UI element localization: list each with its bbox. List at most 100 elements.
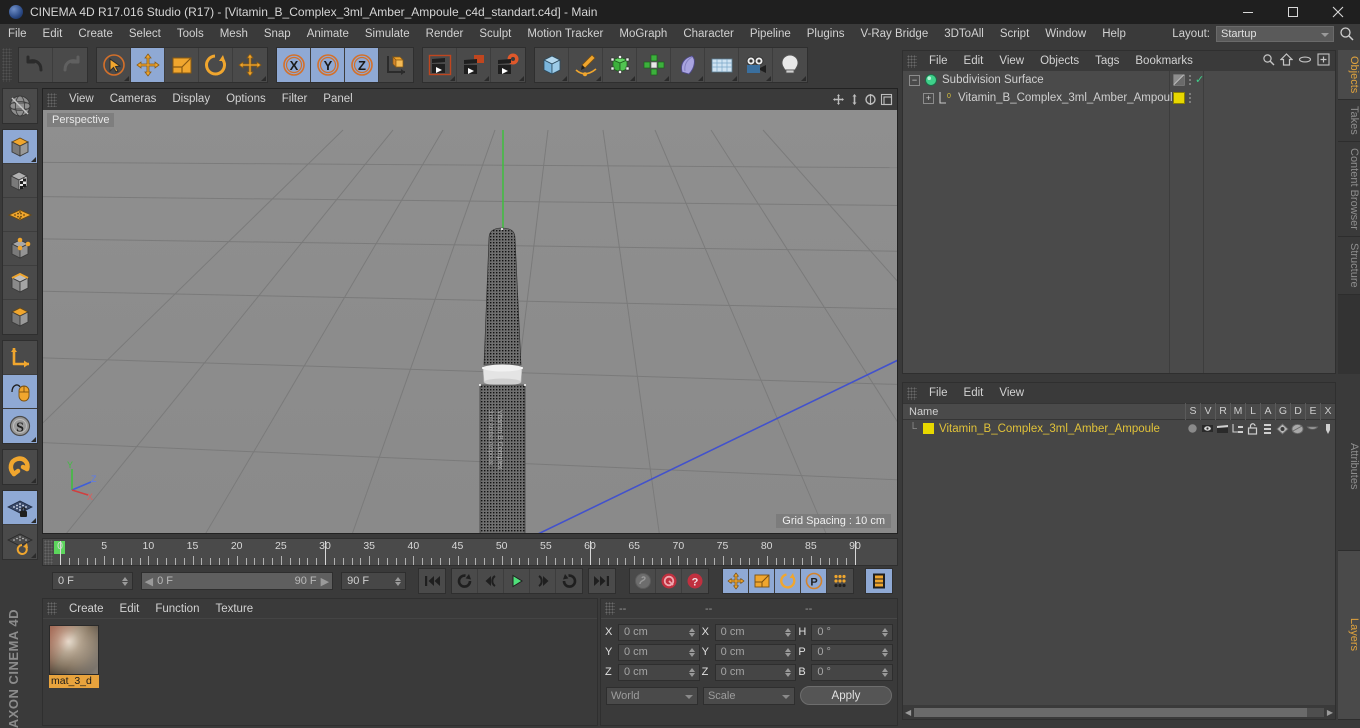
- menu-motion-tracker[interactable]: Motion Tracker: [519, 24, 611, 44]
- tool-options-corner[interactable]: [732, 76, 737, 81]
- object-menu-tags[interactable]: Tags: [1087, 51, 1127, 71]
- undo-button[interactable]: [19, 48, 53, 82]
- object-menu-file[interactable]: File: [921, 51, 956, 71]
- column-header-v[interactable]: V: [1200, 403, 1215, 420]
- enabled-check-icon[interactable]: ✓: [1195, 74, 1204, 86]
- layout-dropdown[interactable]: Startup: [1216, 26, 1334, 42]
- position-x-spinner[interactable]: [688, 627, 697, 637]
- position-y-field[interactable]: 0 cm: [618, 643, 700, 661]
- menu-script[interactable]: Script: [992, 24, 1037, 44]
- search-icon[interactable]: [1338, 25, 1356, 43]
- render-to-picture-viewer[interactable]: [457, 48, 491, 82]
- render-view[interactable]: [423, 48, 457, 82]
- autokeying-button[interactable]: [630, 569, 656, 593]
- tool-options-corner[interactable]: [562, 76, 567, 81]
- close-button[interactable]: [1315, 0, 1360, 24]
- add-bend-deformer[interactable]: [671, 48, 705, 82]
- tool-options-corner[interactable]: [261, 76, 266, 81]
- material-menu-edit[interactable]: Edit: [112, 599, 148, 619]
- record-active-objects-button[interactable]: [656, 569, 682, 593]
- move-tool[interactable]: [131, 48, 165, 82]
- search-icon[interactable]: [1262, 53, 1275, 69]
- layer-color-swatch[interactable]: [923, 423, 934, 434]
- play-button[interactable]: [504, 569, 530, 593]
- generators-icon[interactable]: [1275, 422, 1290, 435]
- record-rotation-toggle[interactable]: [775, 569, 801, 593]
- maximize-view-icon[interactable]: [880, 93, 893, 106]
- menu-file[interactable]: File: [0, 24, 35, 44]
- coordinate-system-dropdown[interactable]: World: [606, 686, 698, 705]
- material-name[interactable]: mat_3_d: [49, 675, 99, 688]
- menu-pipeline[interactable]: Pipeline: [742, 24, 799, 44]
- viewport-menu-display[interactable]: Display: [164, 89, 218, 110]
- add-array[interactable]: [637, 48, 671, 82]
- material-item[interactable]: mat_3_d: [49, 625, 99, 688]
- menu-mesh[interactable]: Mesh: [212, 24, 256, 44]
- material-menu-texture[interactable]: Texture: [207, 599, 261, 619]
- eye-icon[interactable]: [1298, 53, 1312, 69]
- menu-edit[interactable]: Edit: [35, 24, 71, 44]
- column-header-l[interactable]: L: [1245, 403, 1260, 420]
- add-generator[interactable]: [603, 48, 637, 82]
- enable-axis-mode[interactable]: [3, 375, 37, 409]
- position-y-spinner[interactable]: [688, 647, 697, 657]
- world-object-coordinates[interactable]: [379, 48, 413, 82]
- tab-attributes[interactable]: Attributes: [1338, 382, 1360, 551]
- lock-workplane[interactable]: [3, 491, 37, 525]
- add-light[interactable]: [773, 48, 807, 82]
- lock-open-icon[interactable]: [1245, 422, 1260, 435]
- keyframe-selection-button[interactable]: ?: [682, 569, 708, 593]
- object-menu-bookmarks[interactable]: Bookmarks: [1127, 51, 1201, 71]
- layer-manager-grip[interactable]: [907, 386, 917, 400]
- menu-tools[interactable]: Tools: [169, 24, 212, 44]
- home-icon[interactable]: [1279, 53, 1294, 69]
- lock-y-axis[interactable]: Y: [311, 48, 345, 82]
- rotation-h-spinner[interactable]: [882, 627, 890, 637]
- lock-x-axis[interactable]: X: [277, 48, 311, 82]
- layer-menu-edit[interactable]: Edit: [956, 383, 992, 403]
- object-manager-grip[interactable]: [907, 54, 917, 68]
- tool-options-corner[interactable]: [31, 437, 36, 442]
- tool-options-corner[interactable]: [31, 553, 36, 558]
- viewport-menu-cameras[interactable]: Cameras: [102, 89, 165, 110]
- texture-mode[interactable]: [3, 164, 37, 198]
- tab-takes[interactable]: Takes: [1338, 100, 1360, 143]
- menu-vray-bridge[interactable]: V-Ray Bridge: [852, 24, 936, 44]
- viewport-menu-options[interactable]: Options: [218, 89, 274, 110]
- xref-icon[interactable]: [1320, 423, 1335, 435]
- next-frame-button[interactable]: [530, 569, 556, 593]
- viewport-menu-filter[interactable]: Filter: [274, 89, 316, 110]
- coordinates-grip[interactable]: [605, 602, 615, 615]
- rotate-tool[interactable]: [199, 48, 233, 82]
- column-header-s[interactable]: S: [1185, 403, 1200, 420]
- tool-options-corner[interactable]: [801, 76, 806, 81]
- make-editable-globe[interactable]: [3, 89, 37, 123]
- tab-content-browser[interactable]: Content Browser: [1338, 142, 1360, 237]
- menu-sculpt[interactable]: Sculpt: [471, 24, 519, 44]
- position-z-spinner[interactable]: [688, 667, 697, 677]
- scrollbar-track[interactable]: [914, 708, 1324, 717]
- viewport-menu-panel[interactable]: Panel: [315, 89, 360, 110]
- tool-options-corner[interactable]: [450, 76, 455, 81]
- tool-options-corner[interactable]: [519, 76, 524, 81]
- layer-horizontal-scrollbar[interactable]: ◀ ▶: [903, 706, 1335, 719]
- menu-select[interactable]: Select: [121, 24, 169, 44]
- size-z-spinner[interactable]: [785, 667, 793, 677]
- apply-button[interactable]: Apply: [799, 686, 892, 705]
- yellow-layer-tag[interactable]: [1173, 92, 1185, 104]
- material-sphere-preview[interactable]: [49, 625, 99, 675]
- lock-z-axis[interactable]: Z: [345, 48, 379, 82]
- live-selection-tool[interactable]: [97, 48, 131, 82]
- size-x-field[interactable]: 0 cm: [714, 623, 797, 641]
- menu-plugins[interactable]: Plugins: [799, 24, 853, 44]
- rotation-h-field[interactable]: 0 °: [811, 623, 894, 641]
- polygons-mode[interactable]: [3, 300, 37, 334]
- solo-dot-icon[interactable]: [1185, 423, 1200, 434]
- tool-options-corner[interactable]: [31, 157, 36, 162]
- size-z-field[interactable]: 0 cm: [714, 663, 797, 681]
- tag-dots-icon[interactable]: [1189, 93, 1191, 103]
- object-name[interactable]: Subdivision Surface: [942, 74, 1044, 86]
- viewport-menu-view[interactable]: View: [61, 89, 102, 110]
- menu-simulate[interactable]: Simulate: [357, 24, 418, 44]
- material-manager-grip[interactable]: [47, 602, 57, 615]
